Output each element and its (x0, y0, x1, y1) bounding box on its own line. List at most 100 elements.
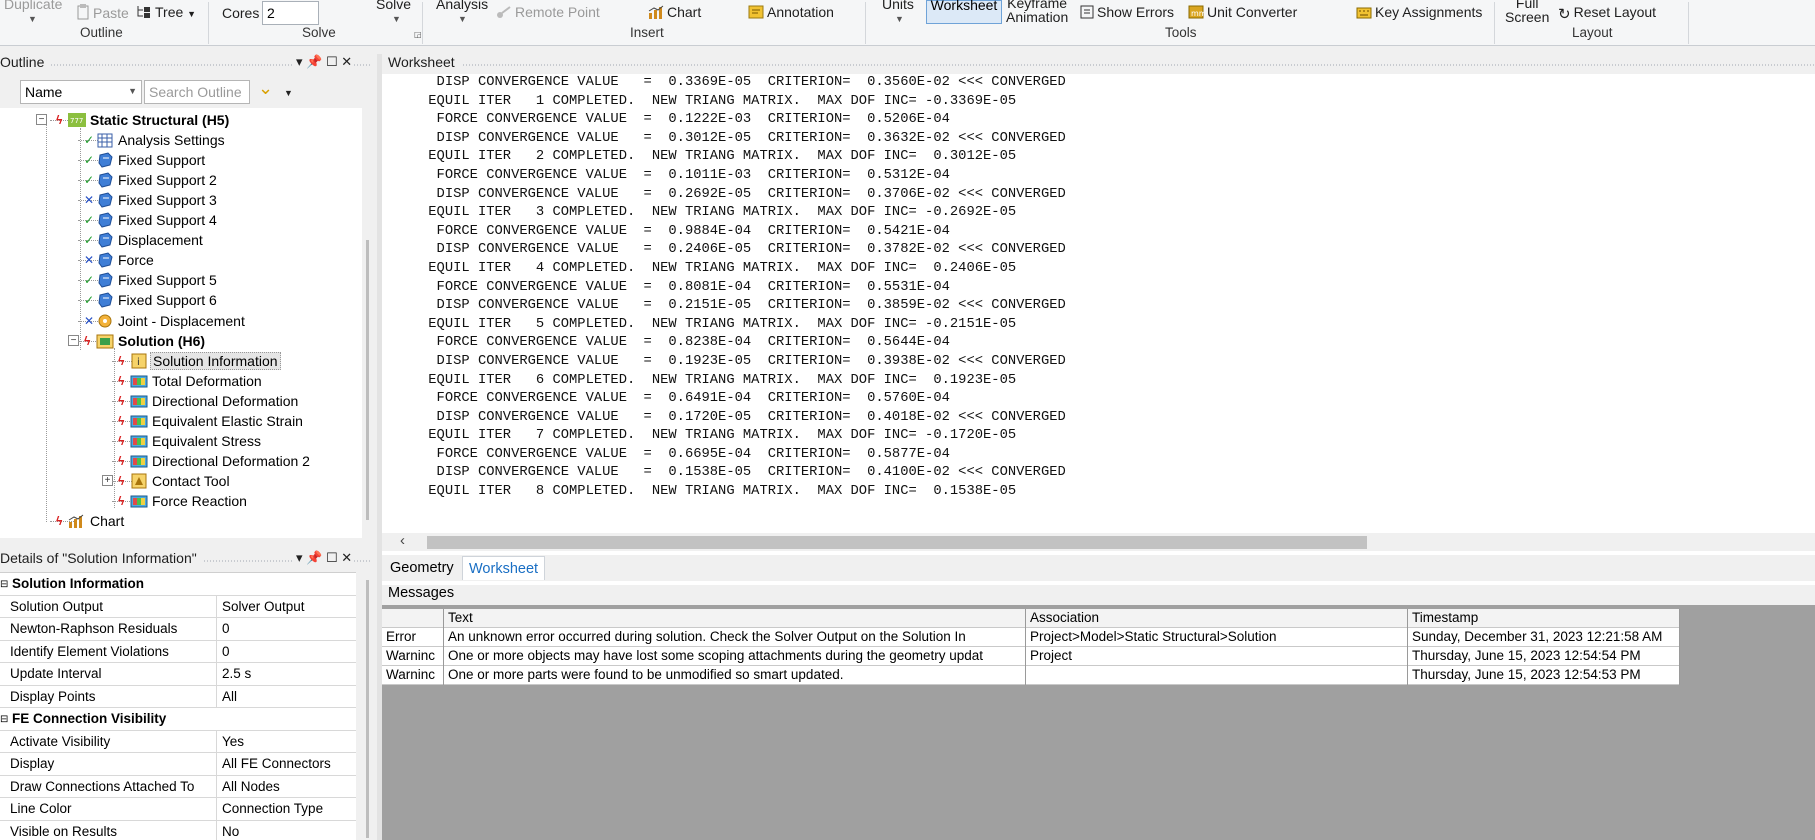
details-value[interactable]: All FE Connectors (222, 756, 331, 771)
column-header[interactable]: Text (444, 609, 1026, 628)
annotation-button[interactable]: Annotation (748, 4, 834, 22)
key-assignments-button[interactable]: Key Assignments (1356, 4, 1482, 22)
tree-item[interactable]: ϟ Equivalent Elastic Strain (118, 411, 305, 431)
tree-item[interactable]: ϟ Equivalent Stress (118, 431, 263, 451)
tree-button[interactable]: Tree ▼ (136, 4, 196, 22)
tree-item[interactable]: ϟ Contact Tool (118, 471, 232, 491)
collapse-icon[interactable]: ⊟ (0, 579, 8, 590)
details-row[interactable]: Identify Element Violations 0 (0, 640, 356, 663)
paste-button[interactable]: Paste (76, 4, 129, 23)
message-row[interactable]: Warninc One or more objects may have lost… (382, 647, 1680, 666)
tree-item[interactable]: ✕ Force (84, 250, 156, 270)
tree-item[interactable]: ϟ Total Deformation (118, 371, 264, 391)
outline-filter-select[interactable]: Name ▼ (20, 80, 142, 104)
column-divider (216, 798, 217, 820)
filter-chevron-icon[interactable]: ⌄ (258, 78, 273, 99)
tree-item[interactable]: ✓ Fixed Support 4 (84, 210, 219, 230)
details-row[interactable]: Update Interval 2.5 s (0, 663, 356, 686)
details-scrollbar[interactable] (366, 580, 369, 838)
tree-item[interactable]: ✓ Fixed Support 6 (84, 290, 219, 310)
duplicate-button[interactable]: Duplicate (4, 0, 62, 12)
details-row[interactable]: Line Color Connection Type (0, 798, 356, 821)
units-button[interactable]: Units (882, 0, 914, 12)
dialog-launcher-icon[interactable]: ◲ (414, 30, 422, 39)
tree-item[interactable]: ✓ Displacement (84, 230, 205, 250)
solve-dropdown-icon[interactable]: ▼ (392, 14, 401, 24)
column-header[interactable]: Timestamp (1408, 609, 1680, 628)
tree-item-label: Fixed Support (118, 152, 206, 169)
tree-item[interactable]: ✓ Fixed Support 2 (84, 170, 219, 190)
maximize-icon[interactable]: ☐ (326, 550, 338, 565)
tree-item[interactable]: ϟ Directional Deformation 2 (118, 451, 312, 471)
keyframe-animation-button[interactable]: Keyframe Animation (1006, 0, 1068, 24)
column-header[interactable]: Association (1026, 609, 1408, 628)
close-icon[interactable]: ✕ (341, 54, 352, 69)
scroll-left-icon[interactable]: ‹ (400, 532, 405, 549)
horizontal-scrollbar[interactable]: ‹ (382, 532, 1815, 551)
details-value[interactable]: Connection Type (222, 801, 323, 816)
tree-item[interactable]: ✕ Joint - Displacement (84, 311, 247, 331)
details-row[interactable]: Visible on Results No (0, 820, 356, 840)
details-row[interactable]: Draw Connections Attached To All Nodes (0, 775, 356, 798)
units-dropdown-icon[interactable]: ▼ (895, 14, 904, 24)
scrollbar-thumb[interactable] (427, 536, 1367, 549)
details-row[interactable]: Activate Visibility Yes (0, 730, 356, 753)
maximize-icon[interactable]: ☐ (326, 54, 338, 69)
remote-point-label: Remote Point (515, 4, 600, 20)
message-row[interactable]: Error An unknown error occurred during so… (382, 628, 1680, 647)
tree-item[interactable]: ✓ Analysis Settings (84, 130, 227, 150)
tree-item[interactable]: ϟ Force Reaction (118, 491, 249, 511)
collapse-icon[interactable]: ⊟ (0, 714, 8, 725)
outline-scrollbar[interactable] (366, 240, 369, 520)
panel-menu-icon[interactable]: ▾ (296, 54, 303, 69)
pin-icon[interactable]: 📌 (306, 54, 322, 69)
tab-worksheet[interactable]: Worksheet (462, 556, 546, 580)
solve-button[interactable]: Solve (376, 0, 411, 12)
tree-item[interactable]: ✕ Fixed Support 3 (84, 190, 219, 210)
details-value[interactable]: No (222, 824, 239, 839)
details-value[interactable]: All Nodes (222, 779, 280, 794)
details-value[interactable]: 0 (222, 621, 230, 636)
node-icon: ϟ (118, 473, 148, 489)
message-row[interactable]: Warninc One or more parts were found to b… (382, 666, 1680, 685)
worksheet-toggle-button[interactable]: Worksheet (926, 0, 1002, 24)
tree-item[interactable]: ✓ Fixed Support (84, 150, 207, 170)
tab-geometry[interactable]: Geometry (384, 556, 460, 580)
tree-item[interactable]: ϟ Directional Deformation (118, 391, 300, 411)
dropdown-arrow-icon[interactable]: ▼ (284, 88, 293, 98)
details-value[interactable]: 2.5 s (222, 666, 251, 681)
close-icon[interactable]: ✕ (341, 550, 352, 565)
details-value[interactable]: Solver Output (222, 599, 305, 614)
chart-button[interactable]: Chart (648, 4, 701, 22)
details-value[interactable]: All (222, 689, 237, 704)
column-divider (216, 685, 217, 708)
tree-item[interactable]: ✓ Fixed Support 5 (84, 270, 219, 290)
pin-icon[interactable]: 📌 (306, 550, 322, 565)
tree-item[interactable]: ϟ 777 Static Structural (H5) (56, 110, 231, 130)
details-group-header[interactable]: ⊟ FE Connection Visibility (0, 708, 356, 731)
details-row[interactable]: Display Points All (0, 685, 356, 708)
details-row[interactable]: Display All FE Connectors (0, 753, 356, 776)
reset-layout-button[interactable]: ↻ Reset Layout (1558, 4, 1656, 23)
panel-menu-icon[interactable]: ▾ (296, 550, 303, 565)
unit-converter-button[interactable]: mm Unit Converter (1188, 4, 1297, 22)
analysis-button[interactable]: Analysis (436, 0, 488, 12)
search-outline-input[interactable]: Search Outline (144, 80, 250, 104)
details-row[interactable]: Newton-Raphson Residuals 0 (0, 618, 356, 641)
cores-input[interactable]: 2 (262, 1, 319, 25)
details-value[interactable]: Yes (222, 734, 244, 749)
tree-item[interactable]: ϟ i Solution Information (118, 351, 281, 371)
details-value[interactable]: 0 (222, 644, 230, 659)
node-icon: ϟ (84, 333, 114, 349)
collapse-icon[interactable]: − (36, 114, 47, 125)
remote-point-button[interactable]: Remote Point (496, 4, 600, 22)
show-errors-button[interactable]: Show Errors (1080, 4, 1174, 22)
details-key: Solution Information (12, 576, 144, 591)
tree-item[interactable]: ϟ Solution (H6) (84, 331, 207, 351)
duplicate-dropdown-icon[interactable]: ▼ (28, 14, 37, 24)
analysis-dropdown-icon[interactable]: ▼ (458, 14, 467, 24)
tree-item[interactable]: ϟ Chart (56, 511, 126, 531)
full-screen-button[interactable]: Full Screen (1505, 0, 1549, 24)
details-group-header[interactable]: ⊟ Solution Information (0, 573, 356, 596)
details-row[interactable]: Solution Output Solver Output (0, 595, 356, 618)
